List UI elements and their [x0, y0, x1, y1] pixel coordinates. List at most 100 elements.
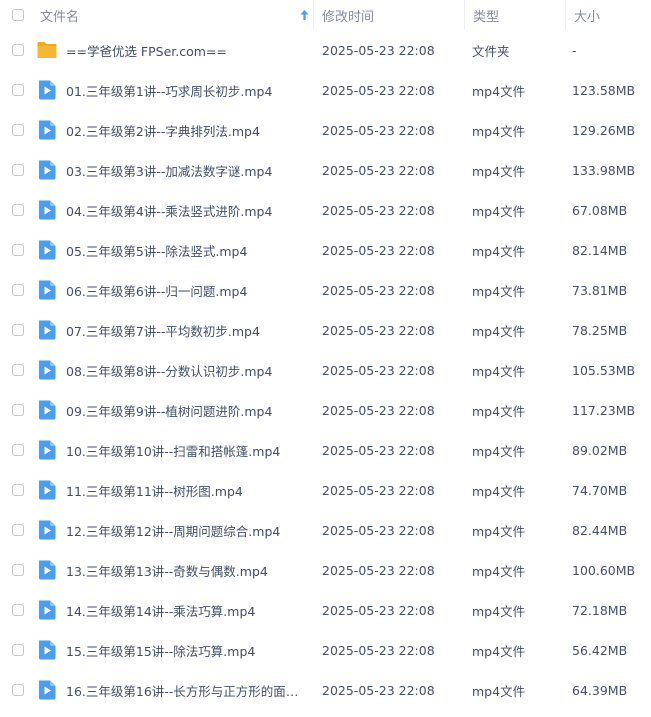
file-row[interactable]: 12.三年级第12讲--周期问题综合.mp4 2025-05-23 22:08 mp…	[0, 510, 651, 550]
file-modified-time: 2025-05-23 22:08	[322, 522, 435, 538]
row-checkbox[interactable]	[12, 364, 24, 376]
file-row[interactable]: 08.三年级第8讲--分数认识初步.mp4 2025-05-23 22:08 mp4…	[0, 350, 651, 390]
file-name-cell[interactable]: 10.三年级第10讲--扫雷和搭帐篷.mp4	[36, 440, 314, 460]
file-name-cell[interactable]: 01.三年级第1讲--巧求周长初步.mp4	[36, 80, 314, 100]
row-checkbox[interactable]	[12, 404, 24, 416]
file-row[interactable]: 11.三年级第11讲--树形图.mp4 2025-05-23 22:08 mp4文件…	[0, 470, 651, 510]
file-type: mp4文件	[472, 403, 526, 419]
file-row[interactable]: ==学爸优选 FPSer.com== 2025-05-23 22:08 文件夹 -	[0, 30, 651, 70]
file-size: 117.23MB	[572, 402, 636, 418]
file-row[interactable]: 09.三年级第9讲--植树问题进阶.mp4 2025-05-23 22:08 mp4…	[0, 390, 651, 430]
file-name[interactable]: 15.三年级第15讲--除法巧算.mp4	[66, 641, 255, 660]
file-name-cell[interactable]: 05.三年级第5讲--除法竖式.mp4	[36, 240, 314, 260]
row-select-cell	[0, 204, 36, 216]
file-modified-time: 2025-05-23 22:08	[322, 362, 435, 378]
file-row[interactable]: 05.三年级第5讲--除法竖式.mp4 2025-05-23 22:08 mp4文件…	[0, 230, 651, 270]
row-checkbox[interactable]	[12, 644, 24, 656]
row-checkbox[interactable]	[12, 564, 24, 576]
row-checkbox[interactable]	[12, 524, 24, 536]
file-name-cell[interactable]: 03.三年级第3讲--加减法数字谜.mp4	[36, 160, 314, 180]
file-size: 67.08MB	[572, 202, 628, 218]
row-select-cell	[0, 484, 36, 496]
file-name[interactable]: 10.三年级第10讲--扫雷和搭帐篷.mp4	[66, 441, 280, 460]
file-row[interactable]: 03.三年级第3讲--加减法数字谜.mp4 2025-05-23 22:08 mp4…	[0, 150, 651, 190]
row-checkbox[interactable]	[12, 444, 24, 456]
file-name-cell[interactable]: 09.三年级第9讲--植树问题进阶.mp4	[36, 400, 314, 420]
row-select-cell	[0, 364, 36, 376]
file-type: mp4文件	[472, 563, 526, 579]
file-name-cell[interactable]: ==学爸优选 FPSer.com==	[36, 40, 314, 60]
file-name[interactable]: 05.三年级第5讲--除法竖式.mp4	[66, 241, 247, 260]
file-row[interactable]: 01.三年级第1讲--巧求周长初步.mp4 2025-05-23 22:08 mp4…	[0, 70, 651, 110]
file-row[interactable]: 07.三年级第7讲--平均数初步.mp4 2025-05-23 22:08 mp4文…	[0, 310, 651, 350]
column-header-time[interactable]: 修改时间	[314, 6, 464, 25]
file-row[interactable]: 13.三年级第13讲--奇数与偶数.mp4 2025-05-23 22:08 mp4…	[0, 550, 651, 590]
file-row[interactable]: 16.三年级第16讲--长方形与正方形的面积.... 2025-05-23 22:…	[0, 670, 651, 710]
file-name-cell[interactable]: 14.三年级第14讲--乘法巧算.mp4	[36, 600, 314, 620]
row-checkbox[interactable]	[12, 84, 24, 96]
file-name-cell[interactable]: 13.三年级第13讲--奇数与偶数.mp4	[36, 560, 314, 580]
row-select-cell	[0, 684, 36, 696]
column-header-size[interactable]: 大小	[566, 6, 651, 25]
file-row[interactable]: 04.三年级第4讲--乘法竖式进阶.mp4 2025-05-23 22:08 mp4…	[0, 190, 651, 230]
row-checkbox[interactable]	[12, 244, 24, 256]
file-name-cell[interactable]: 07.三年级第7讲--平均数初步.mp4	[36, 320, 314, 340]
file-name[interactable]: 14.三年级第14讲--乘法巧算.mp4	[66, 601, 255, 620]
file-name-cell[interactable]: 02.三年级第2讲--字典排列法.mp4	[36, 120, 314, 140]
file-type: mp4文件	[472, 203, 526, 219]
file-name[interactable]: 16.三年级第16讲--长方形与正方形的面积....	[66, 681, 302, 700]
video-file-icon	[39, 280, 56, 300]
file-name[interactable]: 04.三年级第4讲--乘法竖式进阶.mp4	[66, 201, 272, 220]
file-name-cell[interactable]: 08.三年级第8讲--分数认识初步.mp4	[36, 360, 314, 380]
file-name[interactable]: 06.三年级第6讲--归一问题.mp4	[66, 281, 247, 300]
arrow-up-icon[interactable]	[300, 10, 309, 21]
file-name-cell[interactable]: 11.三年级第11讲--树形图.mp4	[36, 480, 314, 500]
file-type: mp4文件	[472, 683, 526, 699]
file-name[interactable]: 13.三年级第13讲--奇数与偶数.mp4	[66, 561, 268, 580]
file-name[interactable]: 08.三年级第8讲--分数认识初步.mp4	[66, 361, 272, 380]
file-type: mp4文件	[472, 123, 526, 139]
file-modified-time: 2025-05-23 22:08	[322, 402, 435, 418]
file-name[interactable]: 02.三年级第2讲--字典排列法.mp4	[66, 121, 260, 140]
row-select-cell	[0, 524, 36, 536]
file-row[interactable]: 02.三年级第2讲--字典排列法.mp4 2025-05-23 22:08 mp4文…	[0, 110, 651, 150]
file-name-cell[interactable]: 06.三年级第6讲--归一问题.mp4	[36, 280, 314, 300]
file-size: 72.18MB	[572, 602, 628, 618]
video-file-icon	[39, 80, 56, 100]
file-name[interactable]: 11.三年级第11讲--树形图.mp4	[66, 481, 243, 500]
file-row[interactable]: 06.三年级第6讲--归一问题.mp4 2025-05-23 22:08 mp4文件…	[0, 270, 651, 310]
row-checkbox[interactable]	[12, 484, 24, 496]
file-name[interactable]: 12.三年级第12讲--周期问题综合.mp4	[66, 521, 280, 540]
column-header-size-label: 大小	[574, 9, 601, 25]
file-type: mp4文件	[472, 643, 526, 659]
file-row[interactable]: 10.三年级第10讲--扫雷和搭帐篷.mp4 2025-05-23 22:08 mp…	[0, 430, 651, 470]
file-name[interactable]: 01.三年级第1讲--巧求周长初步.mp4	[66, 81, 272, 100]
file-type: 文件夹	[472, 43, 510, 59]
row-checkbox[interactable]	[12, 124, 24, 136]
video-file-icon	[39, 400, 56, 420]
row-checkbox[interactable]	[12, 44, 24, 56]
file-modified-time: 2025-05-23 22:08	[322, 322, 435, 338]
file-name[interactable]: 07.三年级第7讲--平均数初步.mp4	[66, 321, 260, 340]
file-name-cell[interactable]: 16.三年级第16讲--长方形与正方形的面积....	[36, 680, 314, 700]
file-modified-time: 2025-05-23 22:08	[322, 162, 435, 178]
row-checkbox[interactable]	[12, 324, 24, 336]
file-row[interactable]: 14.三年级第14讲--乘法巧算.mp4 2025-05-23 22:08 mp4文…	[0, 590, 651, 630]
column-header-name[interactable]: 文件名	[36, 6, 313, 25]
column-header-type[interactable]: 类型	[465, 6, 565, 25]
file-name[interactable]: 09.三年级第9讲--植树问题进阶.mp4	[66, 401, 272, 420]
row-checkbox[interactable]	[12, 604, 24, 616]
file-name-cell[interactable]: 12.三年级第12讲--周期问题综合.mp4	[36, 520, 314, 540]
file-name[interactable]: 03.三年级第3讲--加减法数字谜.mp4	[66, 161, 272, 180]
file-type: mp4文件	[472, 83, 526, 99]
file-name-cell[interactable]: 04.三年级第4讲--乘法竖式进阶.mp4	[36, 200, 314, 220]
file-name[interactable]: ==学爸优选 FPSer.com==	[66, 41, 227, 60]
file-row[interactable]: 15.三年级第15讲--除法巧算.mp4 2025-05-23 22:08 mp4文…	[0, 630, 651, 670]
row-checkbox[interactable]	[12, 164, 24, 176]
file-type: mp4文件	[472, 283, 526, 299]
select-all-checkbox[interactable]	[12, 9, 24, 21]
row-checkbox[interactable]	[12, 684, 24, 696]
row-checkbox[interactable]	[12, 284, 24, 296]
row-checkbox[interactable]	[12, 204, 24, 216]
file-name-cell[interactable]: 15.三年级第15讲--除法巧算.mp4	[36, 640, 314, 660]
